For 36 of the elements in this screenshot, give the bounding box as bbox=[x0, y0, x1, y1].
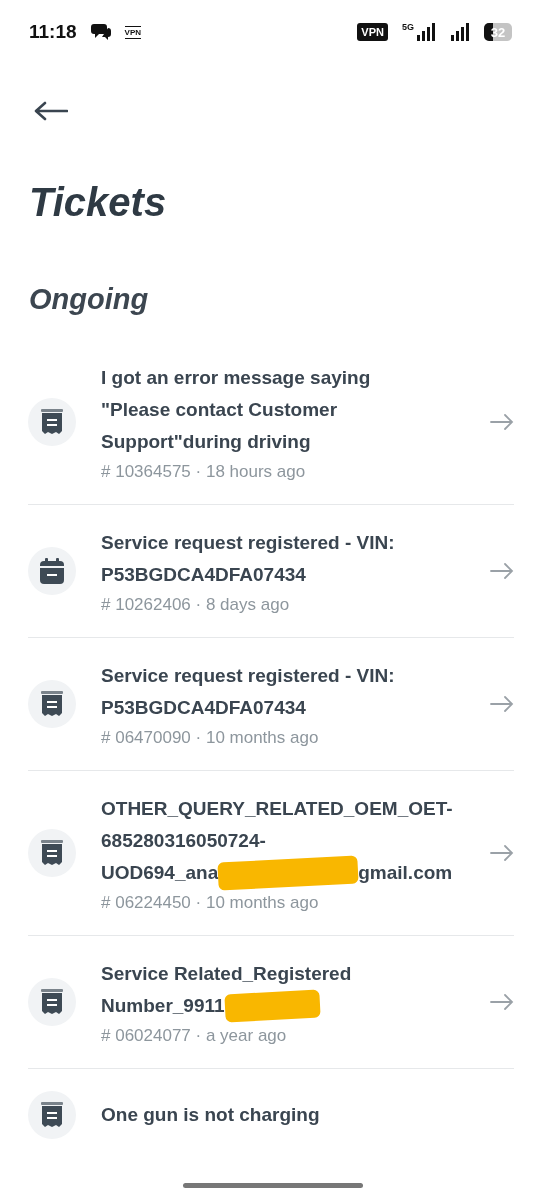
receipt-icon bbox=[41, 691, 63, 717]
calendar-icon bbox=[40, 558, 64, 584]
ticket-row[interactable]: I got an error message saying "Please contact Customer Support"during driving # 10364575 · 18 hours ago bbox=[28, 340, 514, 505]
ticket-row[interactable]: Service Related_Registered Number_9911 # 06024077 · a year ago bbox=[28, 936, 514, 1069]
ticket-row[interactable]: Service request registered - VIN: P53BGDCA4DFA07434 # 10262406 · 8 days ago bbox=[28, 505, 514, 638]
ticket-meta: # 06470090 · 10 months ago bbox=[101, 728, 320, 748]
receipt-icon bbox=[41, 1102, 63, 1128]
network-label: 5G bbox=[402, 22, 414, 32]
receipt-icon bbox=[41, 840, 63, 866]
page-title: Tickets bbox=[29, 180, 168, 225]
arrow-right-icon bbox=[490, 696, 514, 712]
ticket-title: I got an error message saying "Please contact Customer Support"during driving bbox=[101, 366, 371, 454]
ticket-title: Number_9911 bbox=[101, 994, 225, 1018]
arrow-right-icon bbox=[490, 994, 514, 1010]
chat-icon bbox=[90, 23, 111, 41]
signal-icon bbox=[450, 23, 470, 41]
ticket-title: Service Related_Registered bbox=[101, 962, 352, 986]
ticket-title: Service request registered - VIN: P53BGDCA4DFA07434 bbox=[101, 531, 395, 587]
arrow-right-icon bbox=[490, 845, 514, 861]
ticket-row[interactable]: Service request registered - VIN: P53BGDCA4DFA07434 # 06470090 · 10 months ago bbox=[28, 638, 514, 771]
ticket-row[interactable]: One gun is not charging bbox=[28, 1069, 514, 1161]
ticket-meta: # 10364575 · 18 hours ago bbox=[101, 462, 307, 482]
ticket-meta: # 10262406 · 8 days ago bbox=[101, 595, 291, 615]
ticket-title: One gun is not charging bbox=[101, 1103, 320, 1127]
signal-icon bbox=[416, 23, 436, 41]
receipt-icon bbox=[41, 409, 63, 435]
ticket-meta: # 06224450 · 10 months ago bbox=[101, 893, 320, 913]
ticket-title: Service request registered - VIN: P53BGDCA4DFA07434 bbox=[101, 664, 395, 720]
receipt-icon bbox=[41, 989, 63, 1015]
status-time: 11:18 bbox=[29, 21, 77, 43]
vpn-badge: VPN bbox=[357, 23, 388, 41]
arrow-right-icon bbox=[490, 563, 514, 579]
ticket-title: gmail.com bbox=[358, 861, 453, 885]
section-heading: Ongoing bbox=[29, 283, 150, 316]
arrow-right-icon bbox=[490, 414, 514, 430]
ticket-meta: # 06024077 · a year ago bbox=[101, 1026, 288, 1046]
